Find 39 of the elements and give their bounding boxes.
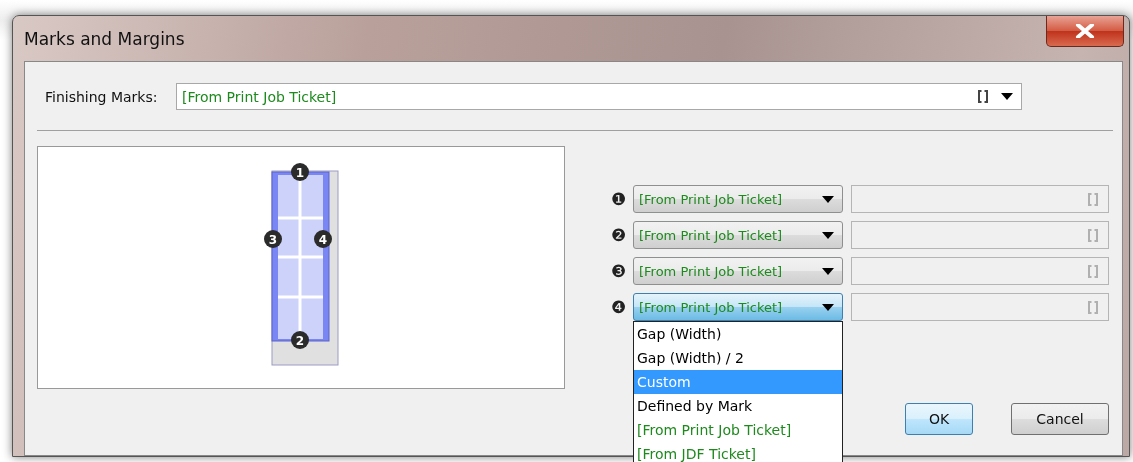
- dropdown-option[interactable]: [From JDF Ticket]: [634, 442, 842, 462]
- caret-icon: [1001, 93, 1013, 100]
- margin-value-field[interactable]: [851, 293, 1109, 321]
- brackets-icon: [1088, 192, 1098, 206]
- dropdown-option[interactable]: Custom: [634, 370, 842, 394]
- brackets-icon: [1088, 300, 1098, 314]
- window-title: Marks and Margins: [24, 28, 185, 49]
- caret-icon: [822, 303, 834, 311]
- margin-value-field[interactable]: [851, 185, 1109, 213]
- dropdown-option[interactable]: Gap (Width) / 2: [634, 346, 842, 370]
- dropdown-option[interactable]: Gap (Width): [634, 322, 842, 346]
- dialog-button[interactable]: Cancel: [1011, 403, 1109, 435]
- caret-icon: [822, 195, 834, 203]
- close-button[interactable]: [1046, 16, 1124, 47]
- number-label: 3: [268, 232, 278, 247]
- dropdown-option[interactable]: [From Print Job Ticket]: [634, 418, 842, 442]
- margin-number: ❹: [610, 297, 628, 317]
- number-label: 2: [295, 333, 305, 348]
- close-icon: [1075, 24, 1095, 38]
- number-label: 1: [295, 165, 305, 180]
- margin-dropdown[interactable]: [From Print Job Ticket]: [633, 221, 843, 249]
- finishing-marks-label: Finishing Marks:: [45, 88, 159, 105]
- dialog-button[interactable]: OK: [905, 403, 973, 435]
- brackets-icon: [978, 90, 988, 103]
- margin-value-field[interactable]: [851, 221, 1109, 249]
- margin-dropdown[interactable]: [From Print Job Ticket]: [633, 257, 843, 285]
- number-label: 4: [318, 232, 328, 247]
- margin-value-field[interactable]: [851, 257, 1109, 285]
- dropdown-option[interactable]: Defined by Mark: [634, 394, 842, 418]
- caret-icon: [822, 267, 834, 275]
- brackets-icon: [1088, 264, 1098, 278]
- brackets-icon: [1088, 228, 1098, 242]
- margin-number: ❶: [610, 189, 628, 209]
- margin-number: ❸: [610, 261, 628, 281]
- finishing-marks-combo[interactable]: [From Print Job Ticket]: [176, 83, 1022, 110]
- caret-icon: [822, 231, 834, 239]
- margin-dropdown[interactable]: [From Print Job Ticket]: [633, 185, 843, 213]
- margin-dropdown[interactable]: [From Print Job Ticket]: [633, 293, 843, 321]
- margin-number: ❷: [610, 225, 628, 245]
